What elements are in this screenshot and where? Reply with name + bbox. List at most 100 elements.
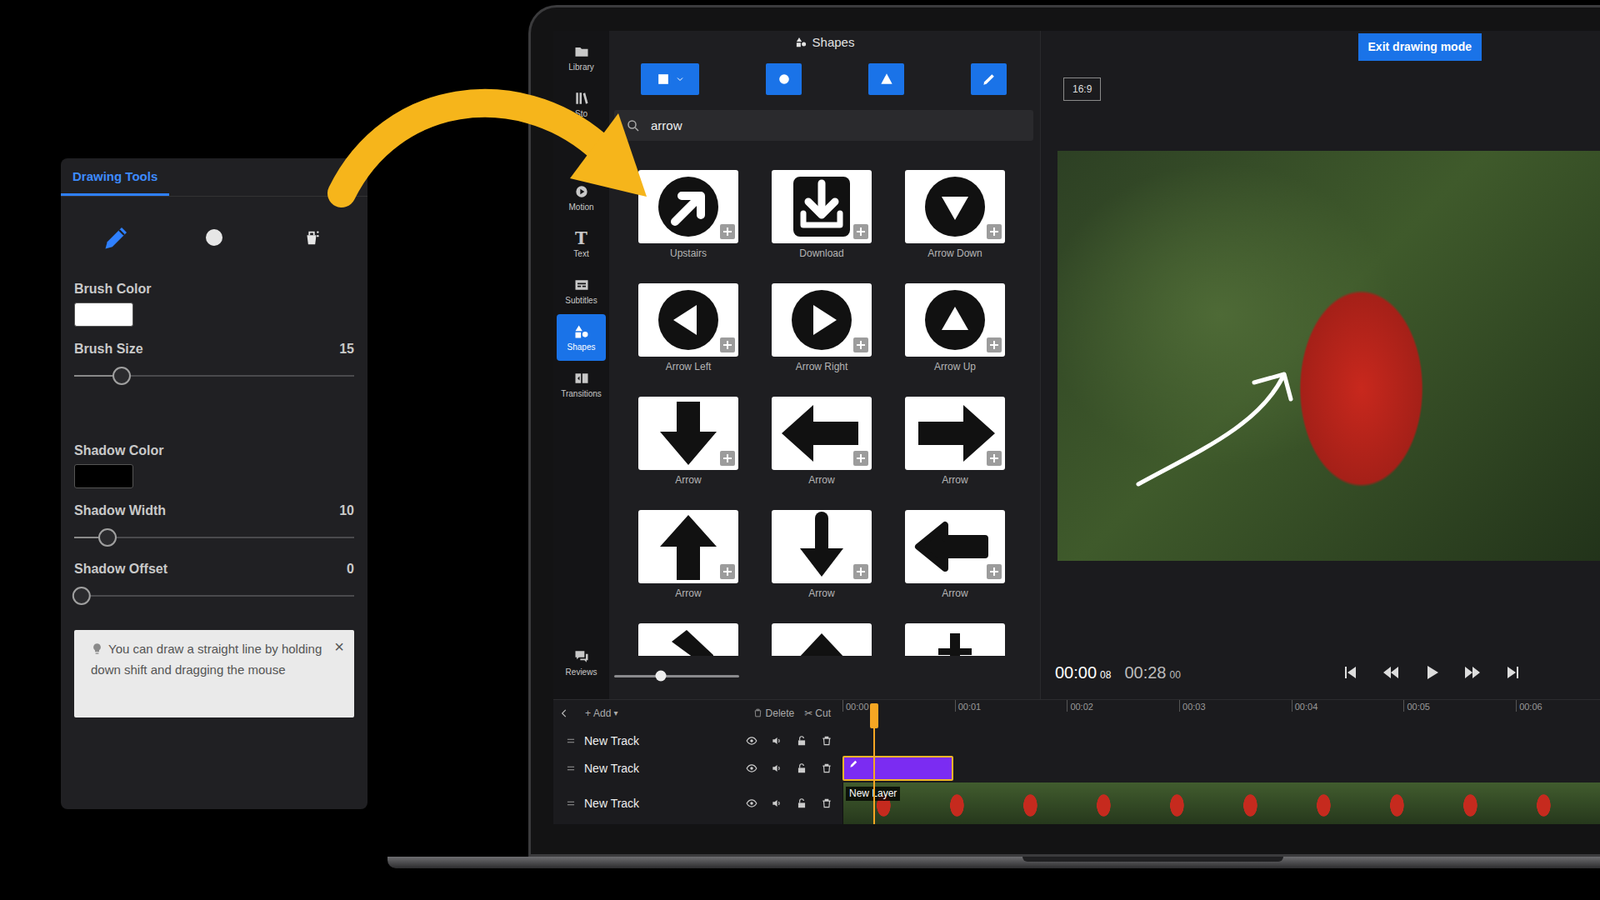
add-icon[interactable]: [986, 450, 1002, 466]
tool-button[interactable]: [96, 218, 137, 257]
sidebar-item[interactable]: Transitions: [556, 360, 606, 408]
track-header[interactable]: New Track: [553, 782, 843, 825]
sidebar-item[interactable]: TText: [556, 220, 606, 268]
sidebar-item[interactable]: Subtitles: [556, 267, 606, 315]
preview-area: Exit drawing mode 16:9 00:000800:2800: [1040, 30, 1600, 700]
tool-button[interactable]: [194, 218, 235, 257]
track-header[interactable]: New Track: [553, 755, 843, 784]
shape-card[interactable]: [905, 510, 1005, 584]
trash-icon[interactable]: [820, 797, 833, 810]
shape-card[interactable]: [905, 623, 1005, 656]
fast-forward-icon[interactable]: [1462, 662, 1483, 683]
shape-card[interactable]: [771, 170, 872, 244]
shape-card[interactable]: [638, 510, 739, 584]
track-header[interactable]: New Track: [553, 726, 843, 755]
add-icon[interactable]: [986, 224, 1002, 240]
slider-knob[interactable]: [98, 528, 117, 547]
circle-tool-button[interactable]: [765, 63, 802, 95]
ruler-tick: 00:03: [1179, 700, 1292, 712]
shape-card[interactable]: [771, 623, 872, 656]
shape-card[interactable]: [905, 283, 1005, 357]
time-display: 00:000800:2800: [1040, 663, 1340, 683]
trash-icon[interactable]: [820, 735, 833, 747]
rewind-icon[interactable]: [1380, 662, 1401, 683]
color-swatch[interactable]: [74, 302, 134, 327]
drag-handle-icon[interactable]: [565, 797, 577, 810]
add-icon[interactable]: [720, 337, 735, 353]
shape-card[interactable]: [638, 396, 739, 470]
shape-card[interactable]: [638, 283, 739, 357]
add-label: Add: [593, 707, 611, 720]
shape-card[interactable]: [638, 623, 739, 656]
skip-start-icon[interactable]: [1340, 662, 1360, 683]
shape-card[interactable]: [905, 396, 1005, 470]
eye-icon[interactable]: [745, 735, 758, 747]
tool-button[interactable]: [291, 218, 332, 257]
sidebar-item[interactable]: Library: [556, 34, 606, 81]
sidebar-item[interactable]: Reviews: [556, 639, 606, 686]
slider-track: [74, 536, 355, 539]
speaker-icon[interactable]: [770, 735, 783, 747]
shape-card[interactable]: [905, 170, 1005, 244]
drawing-tools-tab[interactable]: Drawing Tools: [60, 158, 170, 196]
trash-icon[interactable]: [820, 762, 833, 775]
speaker-icon[interactable]: [770, 797, 783, 810]
add-icon[interactable]: [853, 450, 869, 466]
zoom-slider[interactable]: [609, 670, 1040, 681]
drawing-clip[interactable]: New Layer: [842, 755, 954, 781]
eye-icon[interactable]: [745, 762, 758, 775]
sidebar-item[interactable]: Sto: [556, 80, 606, 128]
pen-tool-button[interactable]: [970, 63, 1007, 95]
add-icon[interactable]: [853, 224, 869, 240]
sidebar-item[interactable]: Shapes: [556, 314, 606, 361]
field-header: Brush Size15: [74, 340, 355, 358]
lock-icon[interactable]: [795, 797, 808, 810]
slider[interactable]: [74, 586, 355, 605]
shape-item: Arrow: [905, 396, 1005, 487]
zoom-knob[interactable]: [655, 670, 666, 682]
slider[interactable]: [74, 528, 355, 547]
shape-card[interactable]: [771, 510, 872, 584]
delete-button[interactable]: Delete: [752, 707, 795, 720]
triangle-tool-button[interactable]: [868, 63, 905, 95]
pen-icon: [980, 70, 998, 88]
sidebar-label: Text: [573, 249, 589, 260]
shape-card[interactable]: [771, 396, 872, 470]
lock-icon[interactable]: [795, 762, 808, 775]
chevron-left-icon[interactable]: [558, 707, 570, 720]
play-icon[interactable]: [1421, 662, 1442, 683]
skip-end-icon[interactable]: [1503, 662, 1524, 683]
slider[interactable]: [74, 366, 355, 385]
shape-card[interactable]: [638, 170, 739, 244]
playhead[interactable]: [873, 703, 875, 825]
add-icon[interactable]: [720, 224, 735, 240]
rectangle-tool-button[interactable]: [640, 63, 700, 95]
slider-knob[interactable]: [112, 366, 131, 385]
exit-drawing-mode-button[interactable]: Exit drawing mode: [1358, 33, 1482, 61]
shape-item: Arrow: [638, 510, 739, 600]
eye-icon[interactable]: [745, 797, 758, 810]
cut-button[interactable]: ✂ Cut: [804, 707, 831, 720]
add-icon[interactable]: [720, 564, 735, 580]
add-icon[interactable]: [986, 337, 1002, 353]
lock-icon[interactable]: [795, 735, 808, 747]
add-icon[interactable]: [853, 337, 869, 353]
color-swatch[interactable]: [74, 464, 134, 489]
add-icon[interactable]: [853, 564, 869, 580]
drag-handle-icon[interactable]: [565, 735, 577, 747]
add-icon[interactable]: [720, 450, 735, 466]
shape-card[interactable]: [771, 283, 872, 357]
slider-knob[interactable]: [72, 586, 91, 605]
aspect-ratio-badge[interactable]: 16:9: [1063, 77, 1101, 101]
field-header: Brush Color: [74, 280, 355, 298]
close-button[interactable]: ×: [334, 638, 345, 655]
sidebar-label: Reviews: [565, 667, 598, 678]
speaker-icon[interactable]: [770, 762, 783, 775]
search-field[interactable]: arrow: [614, 110, 1034, 141]
add-icon[interactable]: [986, 564, 1002, 580]
video-filmstrip[interactable]: [842, 782, 1600, 825]
drag-handle-icon[interactable]: [565, 762, 577, 775]
playhead-handle[interactable]: [870, 703, 879, 729]
add-button[interactable]: + Add ▾: [585, 707, 618, 720]
sidebar-item[interactable]: Motion: [556, 174, 606, 221]
